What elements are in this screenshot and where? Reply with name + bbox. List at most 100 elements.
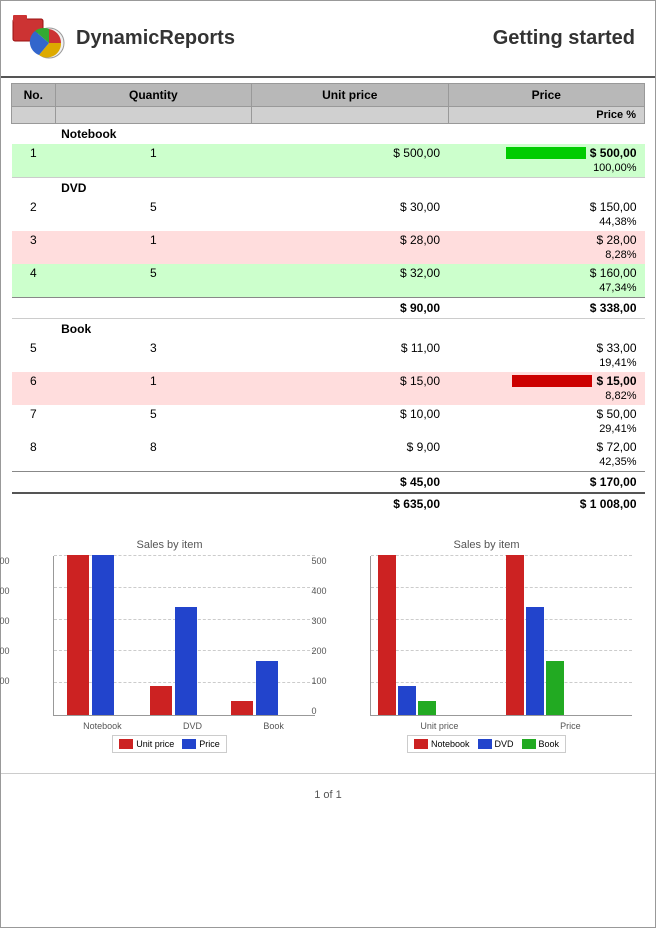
- group-header-name: Book: [55, 319, 644, 340]
- cell-pct-qty: [55, 249, 251, 264]
- legend-notebook-label: Notebook: [431, 739, 470, 749]
- page-number: 1 of 1: [314, 789, 342, 801]
- subtotal-unit: $ 45,00: [252, 472, 448, 494]
- table-subheader-row: Price %: [12, 107, 645, 124]
- cell-pct-no: [12, 249, 56, 264]
- table-row-pct: 44,38%: [12, 216, 645, 231]
- legend-book-color: [522, 739, 536, 749]
- cell-unit: $ 500,00: [252, 144, 448, 162]
- chart-1-title: Sales by item: [25, 539, 315, 551]
- cell-pct-no: [12, 423, 56, 438]
- cell-qty: 1: [55, 372, 251, 390]
- cell-price: $ 72,00: [448, 438, 644, 456]
- chart-2-area: [370, 556, 632, 716]
- cell-pct-no: [12, 456, 56, 472]
- chart1-dvd-unitprice-bar: [150, 686, 172, 715]
- table-row: 61$ 15,00 $ 15,00: [12, 372, 645, 390]
- data-table-section: No. Quantity Unit price Price Price % No…: [1, 83, 655, 514]
- cell-no: 7: [12, 405, 56, 423]
- cell-pct-val: 44,38%: [448, 216, 644, 231]
- cell-pct-no: [12, 162, 56, 178]
- table-row-pct: 47,34%: [12, 282, 645, 298]
- cell-pct-val: 19,41%: [448, 357, 644, 372]
- legend-dvd-label: DVD: [495, 739, 514, 749]
- legend-price: Price: [182, 739, 220, 749]
- price-value: $ 15,00: [596, 374, 636, 388]
- total-unit: $ 635,00: [252, 493, 448, 514]
- cell-no: 8: [12, 438, 56, 456]
- bar-red: [512, 375, 592, 387]
- total-no: [12, 493, 56, 514]
- chart2-price-dvd-bar: [526, 607, 544, 715]
- cell-price: $ 28,00: [448, 231, 644, 249]
- cell-no: 4: [12, 264, 56, 282]
- cell-pct-val: 8,28%: [448, 249, 644, 264]
- table-row-pct: 8,82%: [12, 390, 645, 405]
- cell-price: $ 33,00: [448, 339, 644, 357]
- cell-pct-unit: [252, 282, 448, 298]
- cell-pct-unit: [252, 357, 448, 372]
- cell-unit: $ 10,00: [252, 405, 448, 423]
- group-header-no: [12, 178, 56, 199]
- chart-2-y-labels: 0 100 200 300 400 500: [312, 556, 327, 716]
- cell-pct-qty: [55, 390, 251, 405]
- cell-unit: $ 9,00: [252, 438, 448, 456]
- cell-qty: 1: [55, 231, 251, 249]
- group-header-name: DVD: [55, 178, 644, 199]
- chart-1: Sales by item 0 100 200 300 400 500: [25, 539, 315, 753]
- table-row: 75$ 10,00$ 50,00: [12, 405, 645, 423]
- cell-pct-qty: [55, 216, 251, 231]
- cell-pct-unit: [252, 162, 448, 178]
- cell-unit: $ 28,00: [252, 231, 448, 249]
- legend-book: Book: [522, 739, 560, 749]
- total-row: $ 635,00 $ 1 008,00: [12, 493, 645, 514]
- cell-price: $ 160,00: [448, 264, 644, 282]
- cell-no: 1: [12, 144, 56, 162]
- legend-dvd: DVD: [478, 739, 514, 749]
- cell-pct-val: 42,35%: [448, 456, 644, 472]
- cell-qty: 8: [55, 438, 251, 456]
- subtotal-price: $ 170,00: [448, 472, 644, 494]
- report-page: DynamicReports Getting started No. Quant…: [0, 0, 656, 928]
- subtotal-qty: [55, 472, 251, 494]
- cell-pct-qty: [55, 423, 251, 438]
- table-row-pct: 19,41%: [12, 357, 645, 372]
- group-header-name: Notebook: [55, 124, 644, 145]
- legend-unitprice-label: Unit price: [136, 739, 174, 749]
- cell-pct-unit: [252, 423, 448, 438]
- cell-no: 3: [12, 231, 56, 249]
- cell-qty: 1: [55, 144, 251, 162]
- cell-pct-qty: [55, 282, 251, 298]
- legend-dvd-color: [478, 739, 492, 749]
- cell-price: $ 150,00: [448, 198, 644, 216]
- table-header-row: No. Quantity Unit price Price: [12, 84, 645, 107]
- subtotal-price: $ 338,00: [448, 298, 644, 319]
- group-header-no: [12, 319, 56, 340]
- cell-pct-qty: [55, 162, 251, 178]
- cell-pct-unit: [252, 456, 448, 472]
- cell-price: $ 500,00: [448, 144, 644, 162]
- chart-1-x-labels: Notebook DVD Book: [53, 721, 315, 731]
- logo-icon: [11, 11, 66, 66]
- cell-pct-unit: [252, 216, 448, 231]
- chart1-notebook-unitprice-bar: [67, 555, 89, 715]
- col-sub-unit: [252, 107, 448, 124]
- legend-unitprice-color: [119, 739, 133, 749]
- cell-pct-val: 100,00%: [448, 162, 644, 178]
- chart1-book-price-bar: [256, 661, 278, 715]
- table-row-pct: 8,28%: [12, 249, 645, 264]
- report-footer: 1 of 1: [1, 773, 655, 816]
- table-body: Notebook11$ 500,00 $ 500,00 100,00% DVD2…: [12, 124, 645, 515]
- table-row-pct: 29,41%: [12, 423, 645, 438]
- table-row: 53$ 11,00$ 33,00: [12, 339, 645, 357]
- chart2-price-notebook-bar: [506, 555, 524, 715]
- col-sub-qty: [55, 107, 251, 124]
- cell-unit: $ 11,00: [252, 339, 448, 357]
- cell-pct-val: 47,34%: [448, 282, 644, 298]
- chart-1-legend: Unit price Price: [112, 735, 227, 753]
- app-title: DynamicReports: [76, 27, 235, 50]
- group-header-row: DVD: [12, 178, 645, 199]
- col-header-qty: Quantity: [55, 84, 251, 107]
- table-row: 11$ 500,00 $ 500,00: [12, 144, 645, 162]
- report-title: Getting started: [493, 27, 635, 50]
